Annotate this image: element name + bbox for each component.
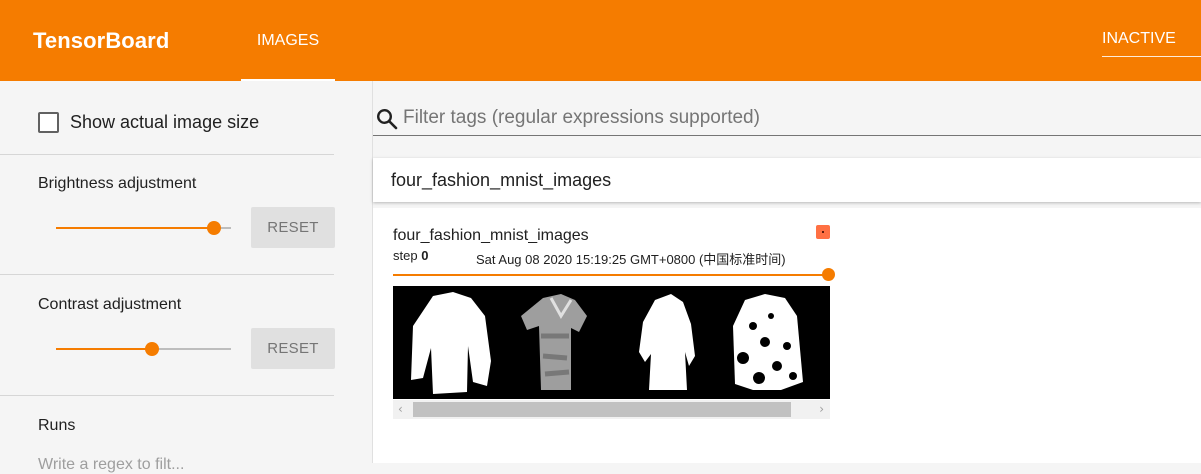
slider-knob[interactable]: [145, 342, 160, 356]
pullover-image: [411, 292, 491, 394]
shirt-image: [639, 294, 695, 390]
step-slider-knob[interactable]: [822, 268, 835, 281]
tag-filter: [373, 101, 1201, 136]
image-card: four_fashion_mnist_images step 0 Sat Aug…: [373, 208, 1201, 463]
contrast-reset-button[interactable]: RESET: [251, 328, 335, 369]
step-slider[interactable]: [393, 268, 835, 281]
image-grid: [393, 286, 830, 399]
image-card-title: four_fashion_mnist_images: [393, 227, 589, 244]
brightness-label: Brightness adjustment: [38, 175, 197, 192]
tab-images-label: IMAGES: [256, 32, 320, 49]
tag-group-title: four_fashion_mnist_images: [391, 170, 612, 190]
show-actual-size-label: Show actual image size: [70, 112, 260, 132]
top-bar: TensorBoard IMAGES INACTIVE: [0, 0, 1201, 81]
contrast-label: Contrast adjustment: [38, 296, 182, 313]
fashion-mnist-images: [411, 292, 803, 394]
slider-fill: [56, 348, 153, 350]
show-actual-size-checkbox[interactable]: Show actual image size: [38, 112, 259, 133]
brightness-slider[interactable]: [56, 220, 231, 236]
inactive-dropdown[interactable]: INACTIVE: [1102, 30, 1201, 57]
runs-filter-input[interactable]: Write a regex to filt...: [38, 456, 184, 474]
contrast-slider[interactable]: [56, 341, 231, 357]
slider-knob[interactable]: [206, 221, 221, 235]
step-indicator: step 0: [393, 248, 428, 263]
dropdown-underline: [1102, 56, 1201, 57]
horizontal-scrollbar[interactable]: ‹ ›: [393, 400, 830, 419]
step-label: step: [393, 248, 418, 263]
checkbox-icon[interactable]: [38, 112, 59, 133]
divider: [0, 395, 334, 396]
sidebar: Show actual image size Brightness adjust…: [0, 81, 373, 473]
runs-label: Runs: [38, 417, 76, 434]
brightness-reset-button[interactable]: RESET: [251, 207, 335, 248]
tag-filter-input[interactable]: [403, 105, 1183, 131]
divider: [0, 274, 334, 275]
coat-image: [733, 294, 803, 390]
tag-group-header[interactable]: four_fashion_mnist_images: [373, 158, 1201, 202]
run-color-icon: [816, 225, 830, 239]
scrollbar-thumb[interactable]: [413, 402, 791, 417]
slider-fill: [56, 227, 214, 229]
scroll-left-icon[interactable]: ‹: [398, 402, 403, 416]
step-value: 0: [421, 248, 429, 263]
tab-images[interactable]: IMAGES: [241, 0, 335, 81]
app-title: TensorBoard: [33, 28, 170, 53]
scroll-right-icon[interactable]: ›: [819, 402, 824, 416]
tshirt-image: [521, 294, 587, 390]
divider: [0, 154, 334, 155]
inactive-dropdown-label: INACTIVE: [1102, 30, 1176, 47]
search-icon: [376, 108, 398, 130]
timestamp: Sat Aug 08 2020 15:19:25 GMT+0800 (中国标准时…: [476, 252, 786, 267]
